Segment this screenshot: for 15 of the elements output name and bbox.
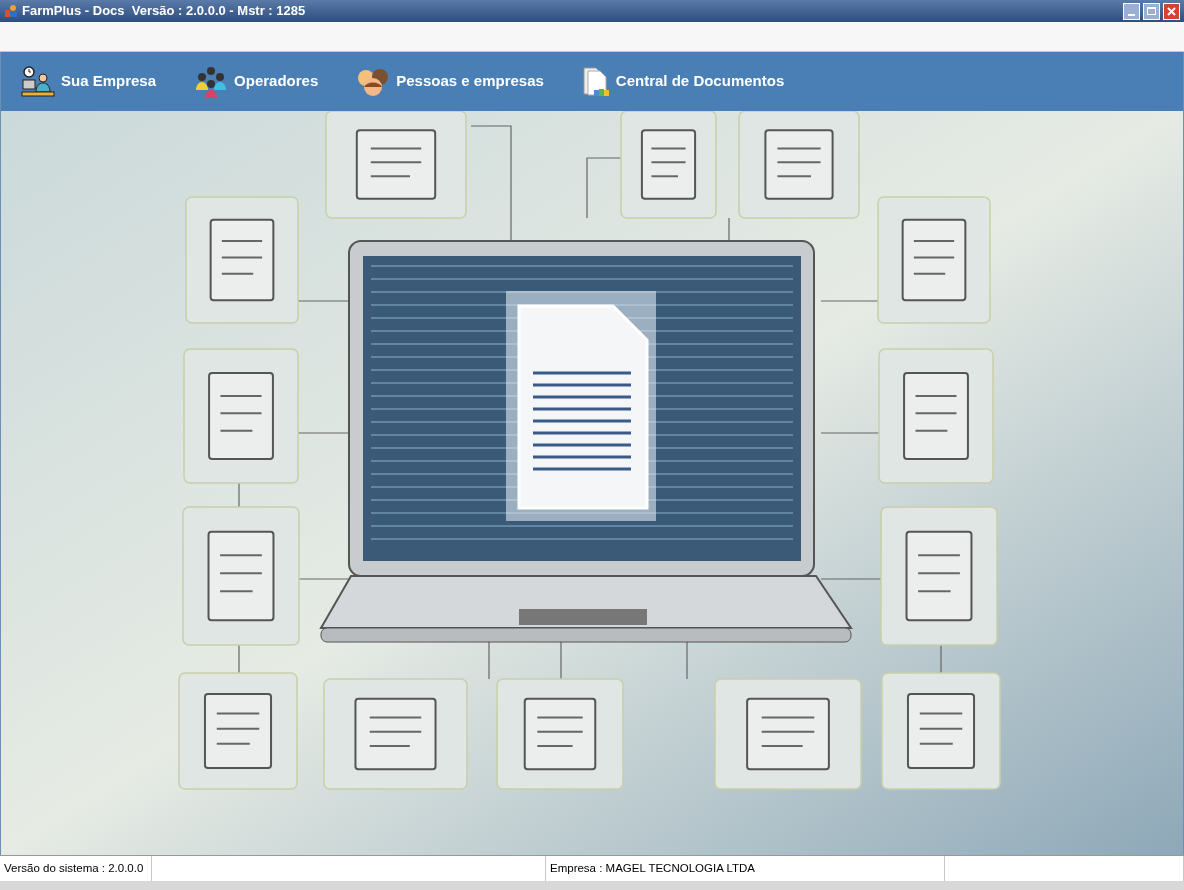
documents-icon: [581, 65, 610, 98]
menu-item[interactable]: Pessoas e empresas: [356, 65, 544, 98]
close-icon: [1167, 6, 1176, 16]
status-bar-text: Empresa : MAGEL TECNOLOGIA LTDA: [550, 860, 755, 876]
app-icon: [4, 4, 18, 18]
minimize-button[interactable]: [1123, 2, 1140, 20]
group-of-people-icon: [194, 65, 229, 98]
office-worker-icon: [21, 65, 55, 98]
menu-item[interactable]: Central de Documentos: [581, 65, 785, 98]
maximize-button[interactable]: [1143, 2, 1160, 20]
menu-item[interactable]: Sua Empresa: [21, 65, 157, 98]
close-button[interactable]: [1163, 2, 1180, 20]
menu-item[interactable]: Operadores: [194, 65, 319, 98]
status-bar-text: Versão do sistema : 2.0.0.0: [4, 860, 144, 876]
window-title: FarmPlus - Docs Versão : 2.0.0.0 - Mstr : 1285: [22, 2, 306, 21]
